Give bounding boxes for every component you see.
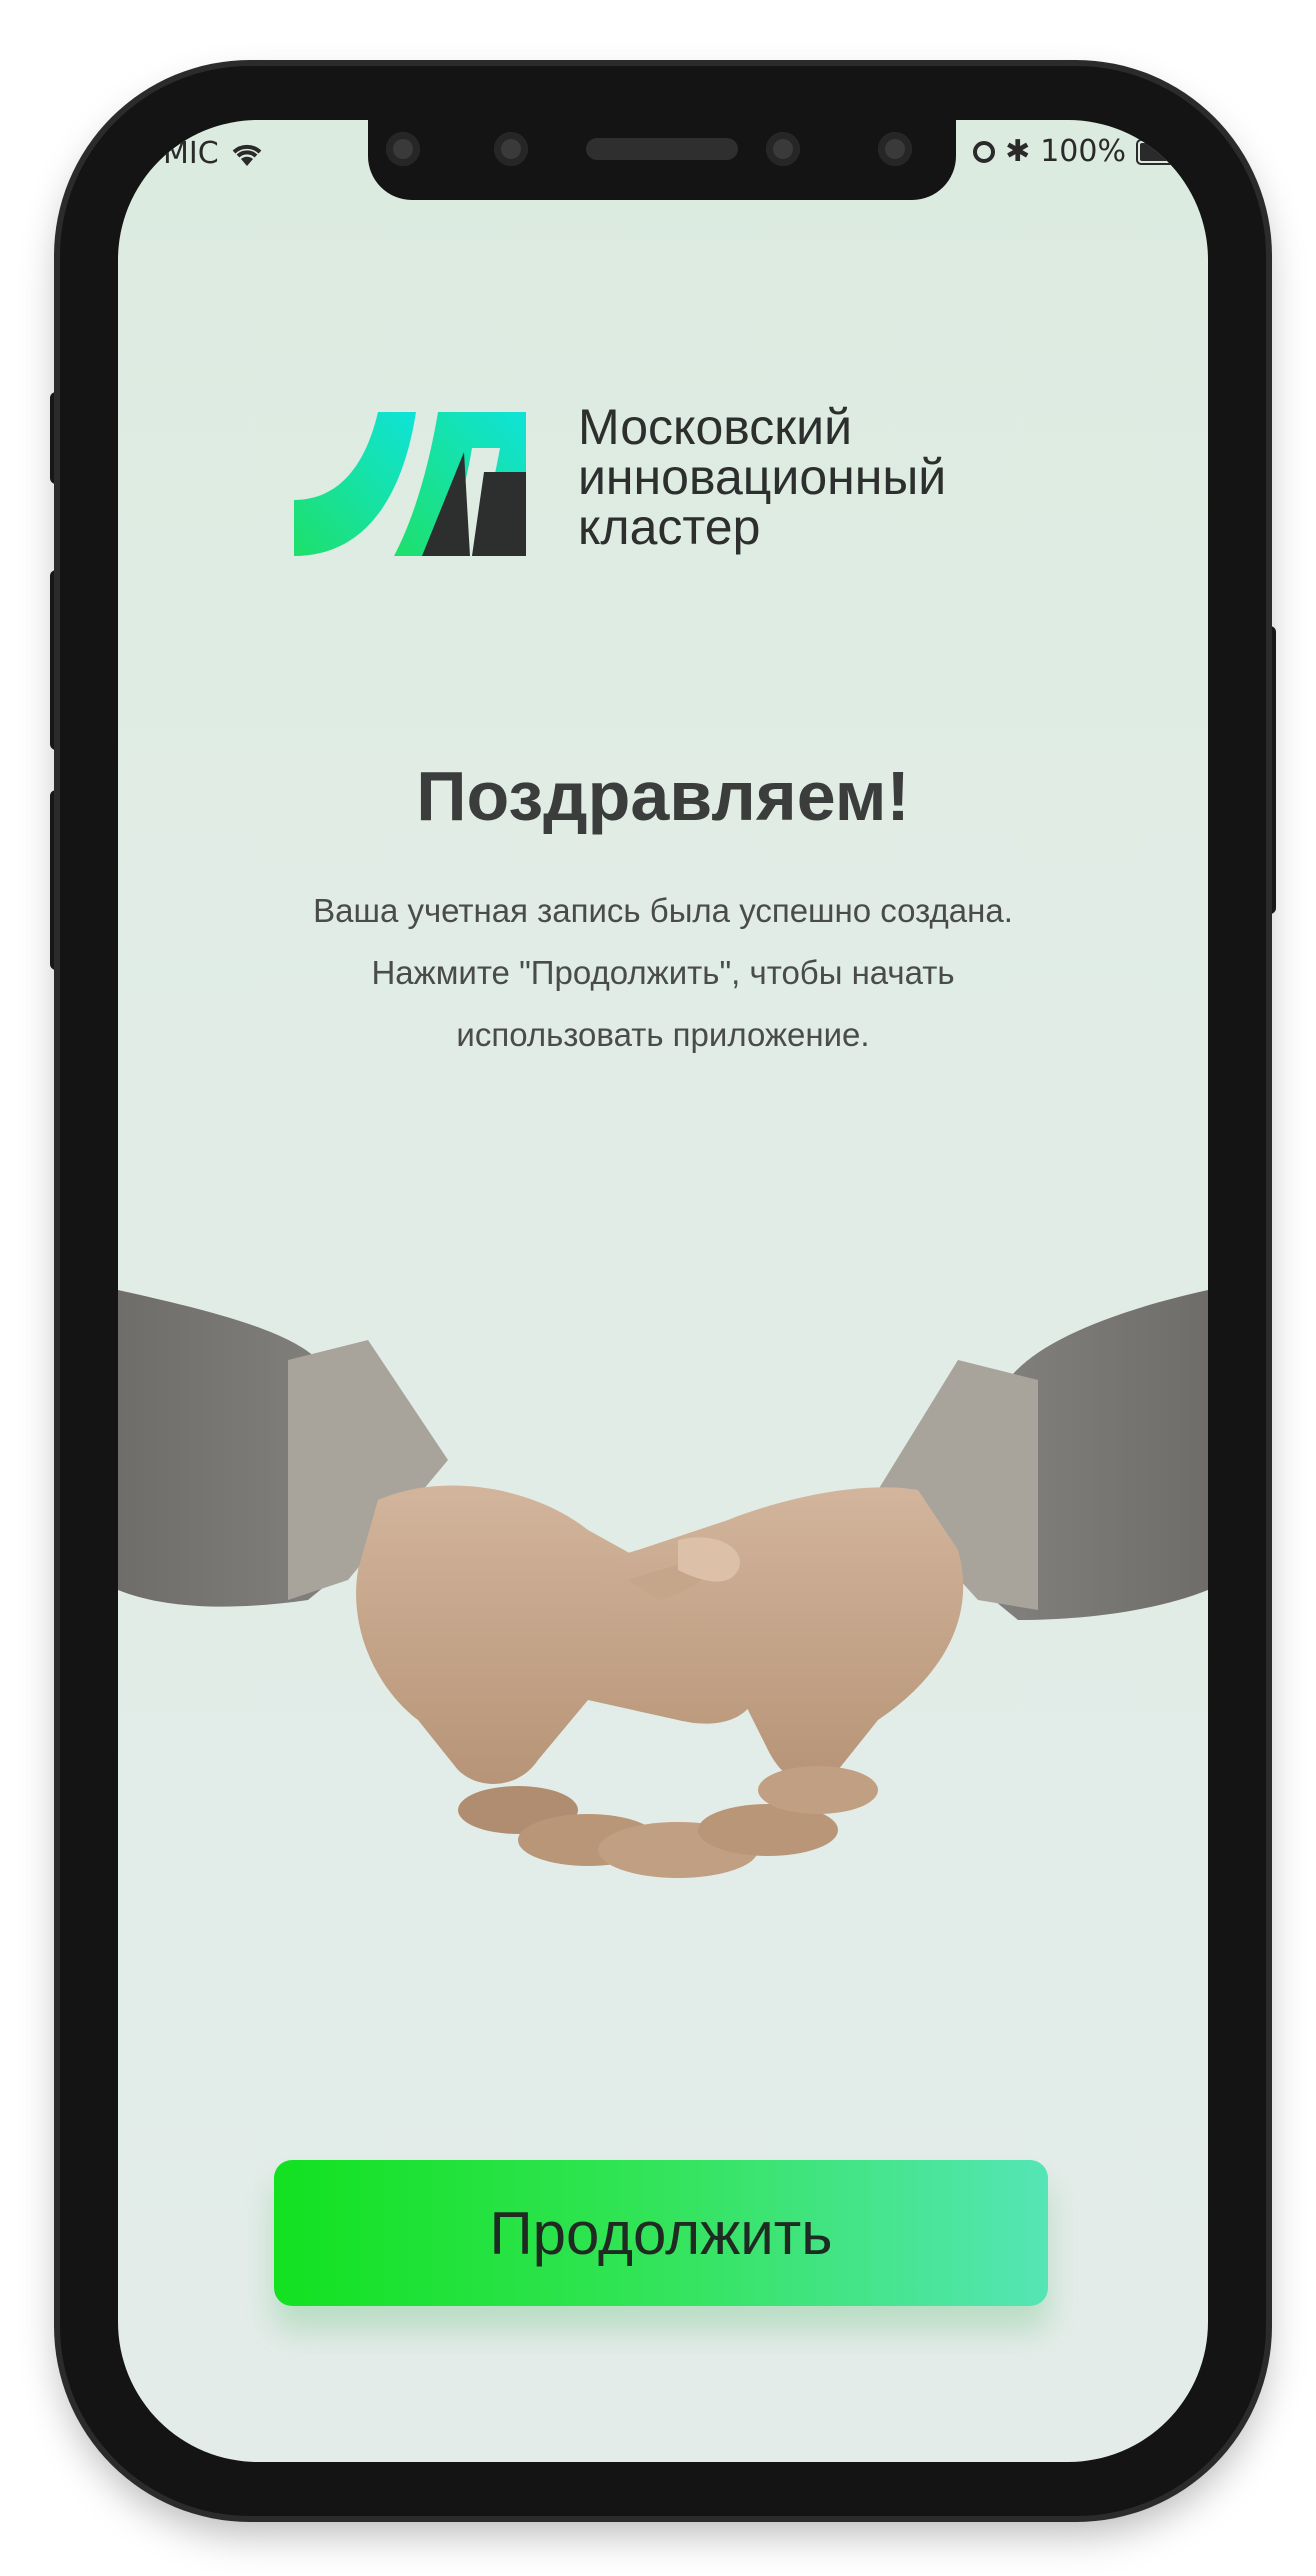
success-message: Ваша учетная запись была успешно создана… (178, 880, 1148, 1066)
message-line: Нажмите "Продолжить", чтобы начать (371, 954, 955, 991)
sensor-dot (878, 132, 912, 166)
signal-icon (140, 142, 153, 166)
continue-button[interactable]: Продолжить (274, 2160, 1048, 2306)
sensor-dot (386, 132, 420, 166)
phone-frame: MIC ✱ 100% Московский инновационный клас… (60, 66, 1266, 2516)
sensor-dot (494, 132, 528, 166)
logo-line: инновационный (578, 449, 947, 505)
message-line: Ваша учетная запись была успешно создана… (313, 892, 1013, 929)
app-screen: MIC ✱ 100% Московский инновационный клас… (118, 120, 1208, 2462)
handshake-illustration (118, 1290, 1208, 1878)
status-bar-left: MIC (140, 136, 265, 171)
battery-percentage: 100% (1040, 134, 1126, 169)
earpiece-speaker (586, 138, 738, 160)
notch (368, 120, 956, 200)
alarm-icon (973, 140, 996, 163)
mic-logo-icon (294, 412, 526, 556)
logo-line: Московский (578, 399, 852, 455)
front-camera (766, 132, 800, 166)
carrier-label: MIC (163, 136, 219, 171)
wifi-icon (232, 144, 262, 166)
message-line: использовать приложение. (456, 1016, 870, 1053)
logo-wordmark: Московский инновационный кластер (578, 402, 946, 552)
battery-icon (1136, 138, 1186, 165)
status-bar-right: ✱ 100% (973, 134, 1186, 169)
logo-line: кластер (578, 499, 761, 555)
page-title: Поздравляем! (416, 757, 910, 835)
bluetooth-icon: ✱ (1005, 134, 1031, 169)
device-mockup: MIC ✱ 100% Московский инновационный клас… (0, 0, 1316, 2576)
